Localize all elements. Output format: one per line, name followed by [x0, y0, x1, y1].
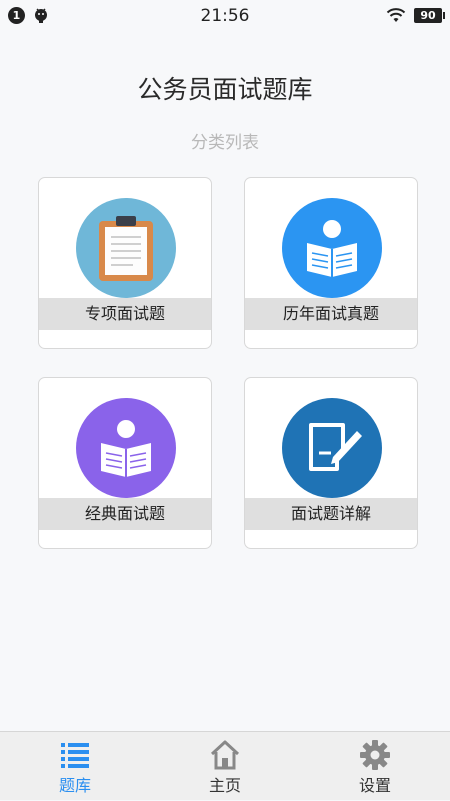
edit-pen-icon	[282, 398, 382, 498]
category-card-explained[interactable]: 面试题详解	[244, 377, 418, 549]
page-subtitle: 分类列表	[191, 133, 259, 153]
tab-question-bank[interactable]: 题库	[0, 732, 150, 801]
tab-label: 题库	[58, 776, 91, 795]
gear-icon	[360, 740, 390, 770]
category-label: 专项面试题	[39, 298, 211, 330]
category-card-past-exams[interactable]: 历年面试真题	[244, 177, 418, 349]
status-right: 90	[386, 7, 445, 23]
battery-indicator: 90	[414, 7, 445, 23]
clipboard-icon	[76, 198, 176, 298]
status-time: 21:56	[200, 6, 250, 26]
tab-settings[interactable]: 设置	[300, 732, 450, 801]
tab-label: 主页	[208, 776, 241, 795]
category-card-classic[interactable]: 经典面试题	[38, 377, 212, 549]
category-label: 面试题详解	[245, 498, 417, 530]
bottom-tab-bar: 题库 主页 设置	[0, 731, 450, 800]
home-icon	[210, 740, 240, 770]
page-title: 公务员面试题库	[137, 75, 313, 104]
category-card-special[interactable]: 专项面试题	[38, 177, 212, 349]
status-bar: 1 21:56 90	[0, 0, 450, 32]
wifi-icon	[386, 8, 406, 22]
tab-label: 设置	[358, 776, 391, 795]
category-label: 历年面试真题	[245, 298, 417, 330]
category-label: 经典面试题	[39, 498, 211, 530]
list-icon	[61, 743, 89, 768]
tab-home[interactable]: 主页	[150, 732, 300, 801]
reader-book-icon	[76, 398, 176, 498]
reader-book-icon	[282, 198, 382, 298]
